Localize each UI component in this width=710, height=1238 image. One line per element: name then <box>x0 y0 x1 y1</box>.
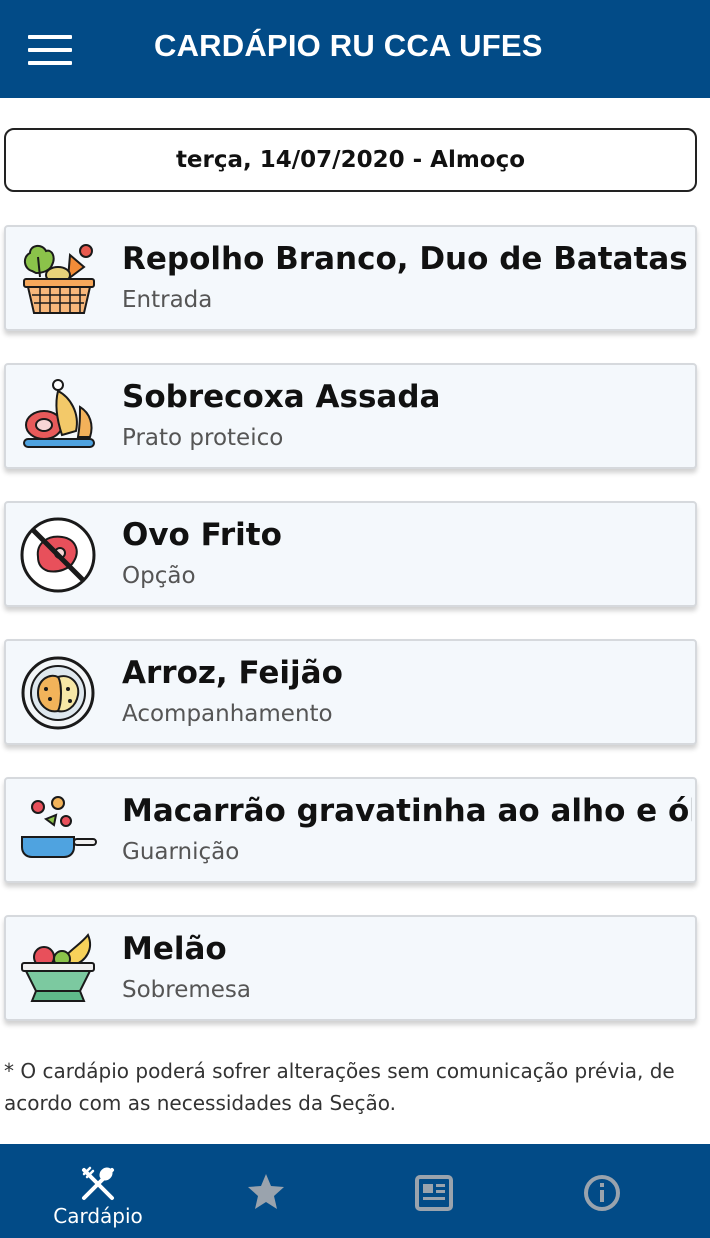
info-icon <box>584 1175 620 1211</box>
menu-item-category: Guarnição <box>122 839 240 865</box>
menu-item-card[interactable]: Arroz, Feijão Acompanhamento <box>4 639 697 745</box>
menu-item-category: Sobremesa <box>122 977 252 1003</box>
menu-item-name: Ovo Frito <box>122 517 282 553</box>
star-icon <box>248 1174 284 1209</box>
menu-item-name: Arroz, Feijão <box>122 655 343 691</box>
menu-item-card[interactable]: Melão Sobremesa <box>4 915 697 1021</box>
menu-item-name: Repolho Branco, Duo de Batatas <box>122 241 688 277</box>
nav-tab-cardapio[interactable]: Cardápio <box>14 1144 182 1238</box>
menu-item-name: Sobrecoxa Assada <box>122 379 441 415</box>
vegetable-basket-icon <box>23 244 95 314</box>
app-bar: CARDÁPIO RU CCA UFES <box>0 0 710 98</box>
menu-item-category: Entrada <box>122 287 213 313</box>
nav-tab-label: Cardápio <box>53 1204 143 1228</box>
app-title: CARDÁPIO RU CCA UFES <box>154 28 543 63</box>
fruit-bowl-icon <box>21 933 95 1002</box>
date-meal-selector[interactable]: terça, 14/07/2020 - Almoço <box>4 128 697 192</box>
menu-item-category: Acompanhamento <box>122 701 333 727</box>
menu-item-card[interactable]: Repolho Branco, Duo de Batatas Entrada <box>4 225 697 331</box>
rice-plate-icon <box>21 656 95 730</box>
frying-pan-icon <box>21 796 97 858</box>
hamburger-menu-icon[interactable] <box>28 35 72 65</box>
roast-meat-platter-icon <box>23 379 95 448</box>
nav-tab-news[interactable] <box>350 1144 518 1238</box>
menu-item-card[interactable]: Macarrão gravatinha ao alho e óle Guarni… <box>4 777 697 883</box>
nav-tab-info[interactable] <box>518 1144 686 1238</box>
no-meat-icon <box>20 517 96 593</box>
menu-item-name: Melão <box>122 931 227 967</box>
fork-knife-icon <box>82 1166 114 1200</box>
news-icon <box>415 1175 453 1211</box>
menu-item-card[interactable]: Sobrecoxa Assada Prato proteico <box>4 363 697 469</box>
bottom-navigation: Cardápio <box>0 1144 710 1238</box>
nav-tab-favorites[interactable] <box>182 1144 350 1238</box>
menu-item-card[interactable]: Ovo Frito Opção <box>4 501 697 607</box>
menu-item-category: Prato proteico <box>122 425 284 451</box>
menu-item-name: Macarrão gravatinha ao alho e óle <box>122 793 692 829</box>
disclaimer-text: * O cardápio poderá sofrer alterações se… <box>4 1059 675 1115</box>
menu-item-category: Opção <box>122 563 196 589</box>
